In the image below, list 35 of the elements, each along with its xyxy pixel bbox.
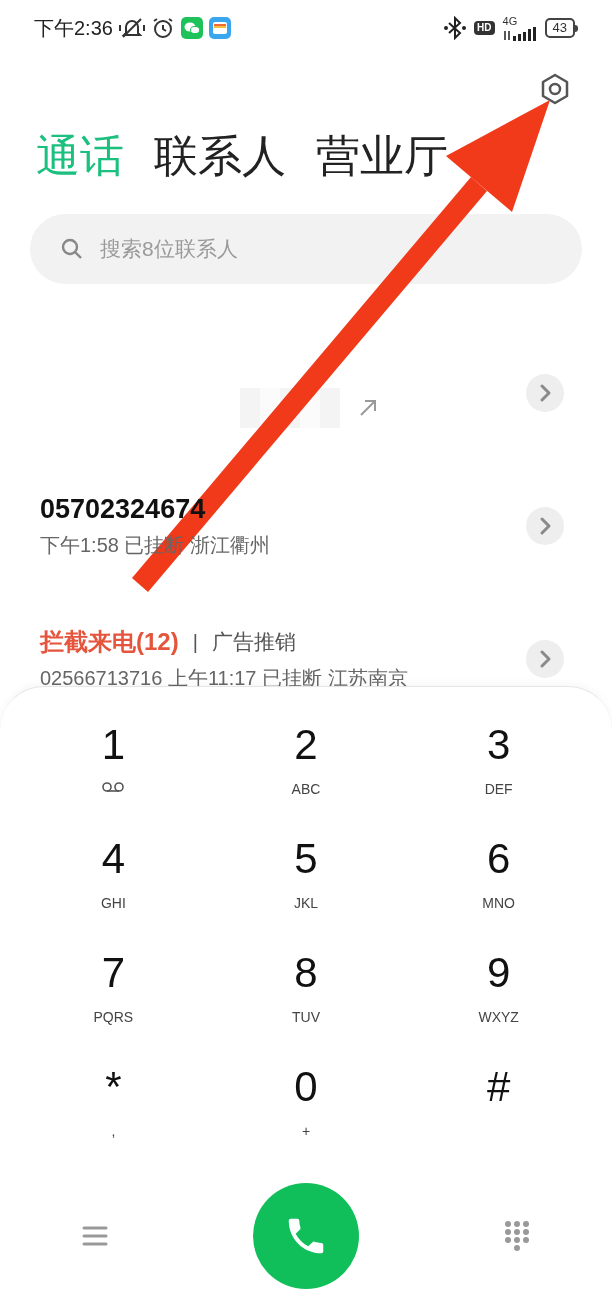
menu-icon[interactable] (82, 1225, 109, 1247)
status-time: 下午2:36 (34, 16, 113, 41)
dial-key[interactable]: 9 WXYZ (402, 945, 595, 1059)
separator: | (192, 629, 198, 655)
details-button[interactable] (526, 639, 564, 678)
chat-app-icon (180, 17, 203, 39)
details-button[interactable] (526, 506, 564, 545)
signal-icon (502, 26, 537, 41)
dial-key[interactable]: 2 ABC (209, 717, 403, 831)
details-button[interactable] (526, 373, 564, 412)
battery-level: 43 (544, 18, 575, 38)
dial-key[interactable]: 3 DEF (402, 717, 595, 831)
blocked-calls-title: 拦截来电(12) (40, 626, 179, 657)
outgoing-call-icon (358, 397, 378, 418)
hd-badge: HD (474, 21, 495, 35)
dial-key[interactable]: * , (17, 1059, 210, 1173)
dialpad-icon[interactable] (503, 1220, 530, 1252)
voicemail-icon (101, 781, 126, 793)
wallet-app-icon (208, 17, 231, 39)
network-type: 4G (502, 15, 518, 27)
dial-key[interactable]: 8 TUV (209, 945, 403, 1059)
dial-key[interactable]: 5 JKL (209, 831, 403, 945)
search-icon (60, 237, 84, 261)
tab[interactable]: 营业厅 (316, 128, 448, 184)
search-field[interactable]: 搜索8位联系人 (30, 214, 582, 284)
bluetooth-icon (444, 16, 467, 40)
dial-key[interactable]: 7 PQRS (17, 945, 210, 1059)
tab[interactable]: 联系人 (154, 128, 286, 184)
dial-key[interactable]: 6 MNO (402, 831, 595, 945)
dial-key[interactable]: 4 GHI (17, 831, 210, 945)
dial-key[interactable]: 0 + (209, 1059, 403, 1173)
mute-bell-icon (118, 16, 145, 40)
dial-key[interactable]: # (402, 1059, 595, 1173)
call-category: 广告推销 (211, 628, 296, 655)
dial-key[interactable]: 1 (17, 717, 210, 831)
